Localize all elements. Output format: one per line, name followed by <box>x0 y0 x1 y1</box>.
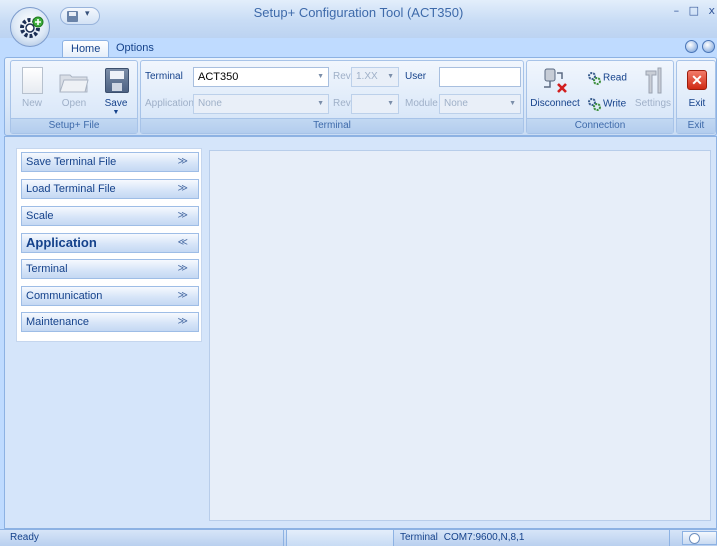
terminal-select[interactable]: ACT350 ▼ <box>193 67 329 87</box>
work-area <box>209 150 711 521</box>
terminal-label: Terminal <box>145 71 183 82</box>
ribbon-group-terminal: Terminal ACT350 ▼ Rev. 1.XX ▼ User Appli… <box>140 60 524 134</box>
rev-label: Rev. <box>333 71 353 82</box>
nav-item-terminal[interactable]: Terminal ≫ <box>21 259 199 279</box>
exit-button-label: Exit <box>688 98 706 109</box>
nav-item-save-terminal-file[interactable]: Save Terminal File ≫ <box>21 152 199 172</box>
tools-icon <box>645 67 662 94</box>
save-button[interactable]: Save ▼ <box>97 65 135 116</box>
group-caption-terminal: Terminal <box>141 118 523 133</box>
status-terminal-value: COM7:9600,N,8,1 <box>443 532 525 543</box>
write-button-label: Write <box>603 98 627 110</box>
chevron-down-icon[interactable]: ▼ <box>387 68 394 86</box>
disconnect-icon <box>544 68 567 93</box>
user-label: User <box>405 71 427 82</box>
minimize-button[interactable]: – <box>674 4 680 17</box>
help-icons <box>681 40 715 56</box>
maximize-button[interactable]: □ <box>689 4 699 17</box>
title-bar: ▾ Setup+ Configuration Tool (ACT350) – □… <box>0 0 717 38</box>
application-select[interactable]: None ▼ <box>193 94 329 114</box>
help-icon[interactable] <box>685 40 698 53</box>
application-menu-button[interactable] <box>10 7 50 47</box>
nav-item-label: Save Terminal File <box>26 156 117 168</box>
folder-icon <box>59 74 89 93</box>
write-button[interactable]: Write <box>587 97 626 111</box>
settings-button-label: Settings <box>634 98 672 109</box>
rev2-label: Rev. <box>333 98 353 109</box>
gear-icon <box>20 16 44 38</box>
application-label: Application <box>145 98 194 109</box>
write-gears-icon <box>588 98 601 111</box>
module-label: Module <box>405 98 438 109</box>
nav-item-label: Load Terminal File <box>26 183 116 195</box>
nav-item-label: Communication <box>26 290 103 302</box>
new-button-label: New <box>21 98 42 109</box>
ribbon-group-exit: ✕ Exit Exit <box>676 60 716 134</box>
tab-home[interactable]: Home <box>62 40 110 57</box>
close-button[interactable]: x <box>708 4 715 17</box>
close-icon: ✕ <box>687 70 707 90</box>
chevron-double-up-icon: ≪ <box>177 237 188 248</box>
rev2-select[interactable]: ▼ <box>351 94 399 114</box>
open-button[interactable]: Open <box>55 65 93 113</box>
disconnect-button[interactable]: Disconnect <box>529 65 581 113</box>
rev-select[interactable]: 1.XX ▼ <box>351 67 399 87</box>
exit-button[interactable]: ✕ Exit <box>677 65 717 113</box>
chevron-double-down-icon: ≫ <box>177 290 188 301</box>
nav-item-label: Terminal <box>26 263 68 275</box>
zoom-control[interactable] <box>682 531 717 545</box>
ribbon-group-connection: Disconnect Read Write Settings Connectio… <box>526 60 674 134</box>
group-caption-connection: Connection <box>527 118 673 133</box>
new-document-icon <box>22 67 43 94</box>
group-caption-setup-file: Setup+ File <box>11 118 137 133</box>
nav-item-maintenance[interactable]: Maintenance ≫ <box>21 312 199 332</box>
new-button[interactable]: New <box>13 65 51 113</box>
read-button-label: Read <box>603 72 627 84</box>
settings-button[interactable]: Settings <box>633 65 673 113</box>
nav-item-label: Maintenance <box>26 316 89 328</box>
chevron-down-icon[interactable]: ▼ <box>387 95 394 113</box>
status-ready: Ready <box>6 530 284 546</box>
nav-item-application[interactable]: Application ≪ <box>21 233 199 253</box>
ribbon-group-setup-file: New Open Save ▼ Setup+ File <box>10 60 138 134</box>
zoom-knob-icon[interactable] <box>689 533 700 544</box>
read-gears-icon <box>588 72 601 85</box>
user-field[interactable] <box>439 67 521 87</box>
group-caption-exit: Exit <box>677 118 715 133</box>
chevron-double-down-icon: ≫ <box>177 183 188 194</box>
chevron-double-down-icon: ≫ <box>177 210 188 221</box>
chevron-double-down-icon: ≫ <box>177 316 188 327</box>
info-icon[interactable] <box>702 40 715 53</box>
chevron-down-icon[interactable]: ▼ <box>97 109 135 116</box>
nav-item-label: Application <box>26 235 97 250</box>
status-blank-panel <box>286 530 394 546</box>
ribbon: New Open Save ▼ Setup+ File Terminal ACT… <box>4 57 717 136</box>
window-title: Setup+ Configuration Tool (ACT350) <box>253 5 464 20</box>
chevron-down-icon[interactable]: ▼ <box>317 68 324 86</box>
application-select-value: None <box>198 98 222 109</box>
terminal-select-value: ACT350 <box>198 71 239 83</box>
module-select-value: None <box>444 98 468 109</box>
open-button-label: Open <box>61 98 87 109</box>
nav-item-scale[interactable]: Scale ≫ <box>21 206 199 226</box>
chevron-down-icon[interactable]: ▼ <box>509 95 516 113</box>
module-select[interactable]: None ▼ <box>439 94 521 114</box>
disconnect-button-label: Disconnect <box>530 98 580 109</box>
chevron-double-down-icon: ≫ <box>177 156 188 167</box>
tab-options[interactable]: Options <box>108 40 162 57</box>
nav-item-label: Scale <box>26 210 54 222</box>
chevron-double-down-icon: ≫ <box>177 263 188 274</box>
window-controls: – □ x <box>668 4 715 17</box>
nav-item-load-terminal-file[interactable]: Load Terminal File ≫ <box>21 179 199 199</box>
rev-select-value: 1.XX <box>356 71 378 82</box>
chevron-down-icon[interactable]: ▼ <box>317 95 324 113</box>
status-terminal-label: Terminal <box>400 532 438 543</box>
floppy-disk-icon <box>105 68 129 93</box>
nav-item-communication[interactable]: Communication ≫ <box>21 286 199 306</box>
status-bar: Ready Terminal COM7:9600,N,8,1 <box>0 529 717 546</box>
read-button[interactable]: Read <box>587 71 627 85</box>
status-terminal: Terminal COM7:9600,N,8,1 <box>396 530 670 546</box>
save-button-label: Save <box>104 98 128 109</box>
